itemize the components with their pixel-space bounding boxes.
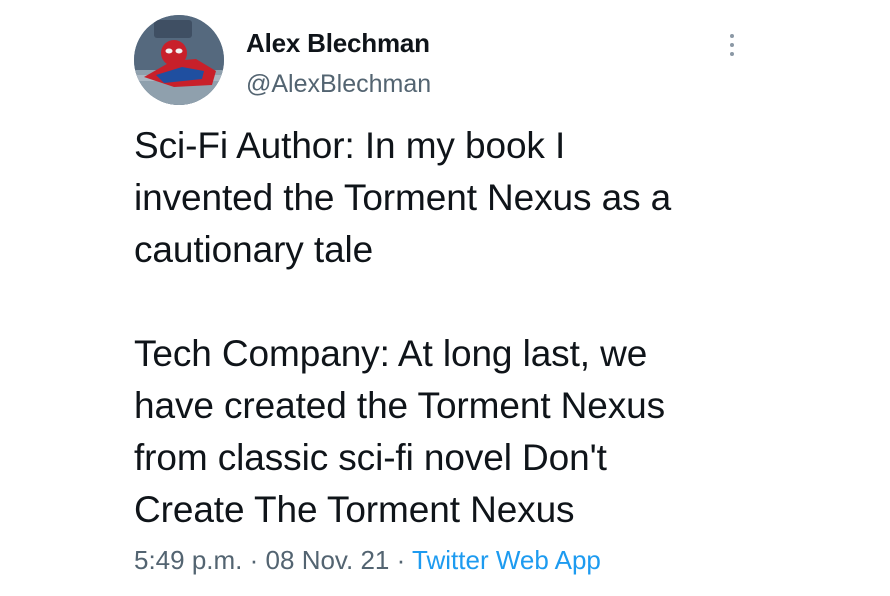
- tweet-time[interactable]: 5:49 p.m.: [134, 545, 242, 575]
- author-handle[interactable]: @AlexBlechman: [246, 70, 431, 99]
- tweet-text: Sci-Fi Author: In my book I invented the…: [134, 125, 672, 530]
- tweet-date[interactable]: 08 Nov. 21: [266, 545, 390, 575]
- avatar[interactable]: [134, 15, 224, 105]
- meta-separator: ·: [249, 545, 259, 575]
- tweet-meta: 5:49 p.m. · 08 Nov. 21 · Twitter Web App: [134, 545, 601, 576]
- tweet-source-link[interactable]: Twitter Web App: [412, 545, 601, 575]
- meta-separator: ·: [396, 545, 406, 575]
- tweet-card: Alex Blechman @AlexBlechman Sci-Fi Autho…: [0, 0, 890, 596]
- more-vertical-icon[interactable]: [722, 30, 742, 60]
- avatar-image: [134, 15, 224, 105]
- author-name[interactable]: Alex Blechman: [246, 28, 430, 59]
